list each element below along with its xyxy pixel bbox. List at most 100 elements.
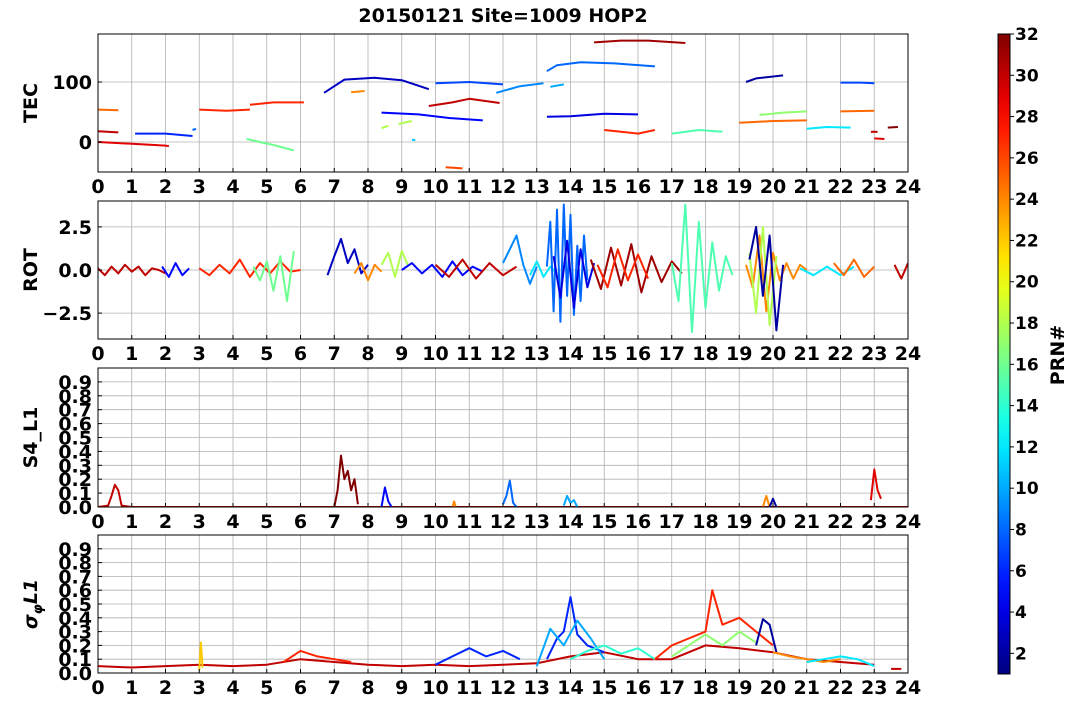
series-prn-24: [351, 90, 365, 94]
x-tick-label: 21: [794, 677, 820, 699]
x-tick-label: 17: [659, 176, 685, 198]
series-prn-18: [398, 120, 413, 125]
x-tick-label: 18: [692, 511, 718, 533]
x-tick-label: 10: [422, 511, 448, 533]
series-prn-4: [546, 112, 639, 118]
x-tick-label: 14: [557, 511, 583, 533]
y-axis-label: σφL1: [20, 579, 46, 629]
series-prn-5: [381, 111, 483, 122]
x-tick-label: 24: [895, 677, 921, 699]
colorbar-tick-label: 2: [1015, 644, 1027, 664]
x-tick-label: 13: [524, 511, 550, 533]
x-tick-label: 15: [591, 176, 617, 198]
x-tick-label: 21: [794, 343, 820, 365]
series-prn-27: [249, 101, 304, 106]
series-prn-5: [380, 486, 393, 507]
x-tick-label: 20: [760, 677, 786, 699]
x-tick-label: 12: [490, 511, 516, 533]
colorbar-tick-label: 14: [1015, 397, 1039, 417]
x-tick-label: 0: [91, 677, 104, 699]
x-tick-label: 20: [760, 176, 786, 198]
colorbar-scale: [997, 33, 1011, 675]
colorbar-tick-label: 26: [1015, 149, 1039, 169]
series-group: [98, 589, 902, 671]
series-prn-32: [333, 454, 359, 507]
x-tick-label: 23: [861, 677, 887, 699]
x-tick-label: 24: [895, 511, 921, 533]
x-tick-label: 6: [294, 677, 307, 699]
x-tick-label: 13: [524, 677, 550, 699]
x-tick-label: 22: [827, 511, 853, 533]
x-tick-label: 13: [524, 176, 550, 198]
y-tick-label: 0.9: [58, 372, 92, 394]
series-prn-18: [380, 250, 410, 278]
x-tick-label: 12: [490, 176, 516, 198]
series-prn-29: [874, 137, 885, 140]
x-tick-label: 6: [294, 343, 307, 365]
x-tick-label: 7: [328, 343, 341, 365]
series-prn-8: [192, 127, 197, 131]
x-tick-label: 12: [490, 343, 516, 365]
x-tick-label: 2: [159, 176, 172, 198]
series-prn-16: [252, 250, 295, 303]
x-tick-label: 23: [861, 343, 887, 365]
series-prn-30: [893, 262, 908, 280]
y-tick-label: 0.9: [58, 539, 92, 561]
colorbar-tick-label: 16: [1015, 355, 1039, 375]
colorbar-tick-label: 32: [1015, 25, 1039, 45]
x-tick-label: 16: [625, 511, 651, 533]
x-tick-label: 11: [456, 677, 482, 699]
x-tick-label: 16: [625, 343, 651, 365]
x-tick-label: 9: [395, 677, 408, 699]
series-prn-27: [604, 129, 656, 135]
series-prn-11: [411, 138, 416, 142]
x-tick-label: 7: [328, 176, 341, 198]
colorbar-tick-label: 30: [1015, 66, 1039, 86]
x-tick-label: 1: [125, 343, 138, 365]
x-tick-label: 1: [125, 677, 138, 699]
x-tick-label: 11: [456, 511, 482, 533]
y-tick-label: 100: [52, 72, 92, 94]
series-prn-6: [435, 647, 521, 666]
x-tick-label: 2: [159, 511, 172, 533]
series-prn-27: [198, 258, 301, 278]
series-prn-30: [428, 97, 500, 107]
colorbar-tick-label: 24: [1015, 190, 1039, 210]
x-tick-label: 13: [524, 343, 550, 365]
series-prn-27: [199, 108, 250, 112]
x-tick-label: 6: [294, 511, 307, 533]
x-tick-label: 23: [861, 511, 887, 533]
colorbar-tick-label: 4: [1015, 603, 1027, 623]
series-prn-6: [546, 596, 605, 660]
x-tick-label: 12: [490, 677, 516, 699]
x-tick-label: 8: [361, 511, 374, 533]
series-prn-3: [323, 76, 430, 94]
x-tick-label: 4: [226, 511, 239, 533]
series-prn-8: [546, 61, 655, 73]
colorbar-tick-label: 10: [1015, 479, 1039, 499]
colorbar-tick-label: 22: [1015, 231, 1039, 251]
x-tick-label: 11: [456, 343, 482, 365]
x-tick-label: 18: [692, 176, 718, 198]
x-tick-label: 8: [361, 677, 374, 699]
x-tick-label: 15: [591, 343, 617, 365]
series-prn-25: [840, 109, 875, 113]
x-tick-label: 7: [328, 677, 341, 699]
y-tick-label: 0.0: [58, 260, 92, 282]
x-tick-label: 8: [361, 176, 374, 198]
series-prn-7: [840, 81, 875, 85]
x-tick-label: 22: [827, 343, 853, 365]
x-tick-label: 20: [760, 343, 786, 365]
x-tick-label: 0: [91, 511, 104, 533]
x-tick-label: 17: [659, 677, 685, 699]
x-tick-label: 20: [760, 511, 786, 533]
x-tick-label: 5: [260, 343, 273, 365]
series-prn-16: [246, 138, 295, 152]
series-prn-6: [135, 132, 193, 137]
x-tick-label: 23: [861, 176, 887, 198]
series-prn-29: [869, 468, 882, 501]
x-tick-label: 1: [125, 511, 138, 533]
x-tick-label: 3: [193, 677, 206, 699]
x-tick-label: 10: [422, 677, 448, 699]
x-tick-label: 11: [456, 176, 482, 198]
